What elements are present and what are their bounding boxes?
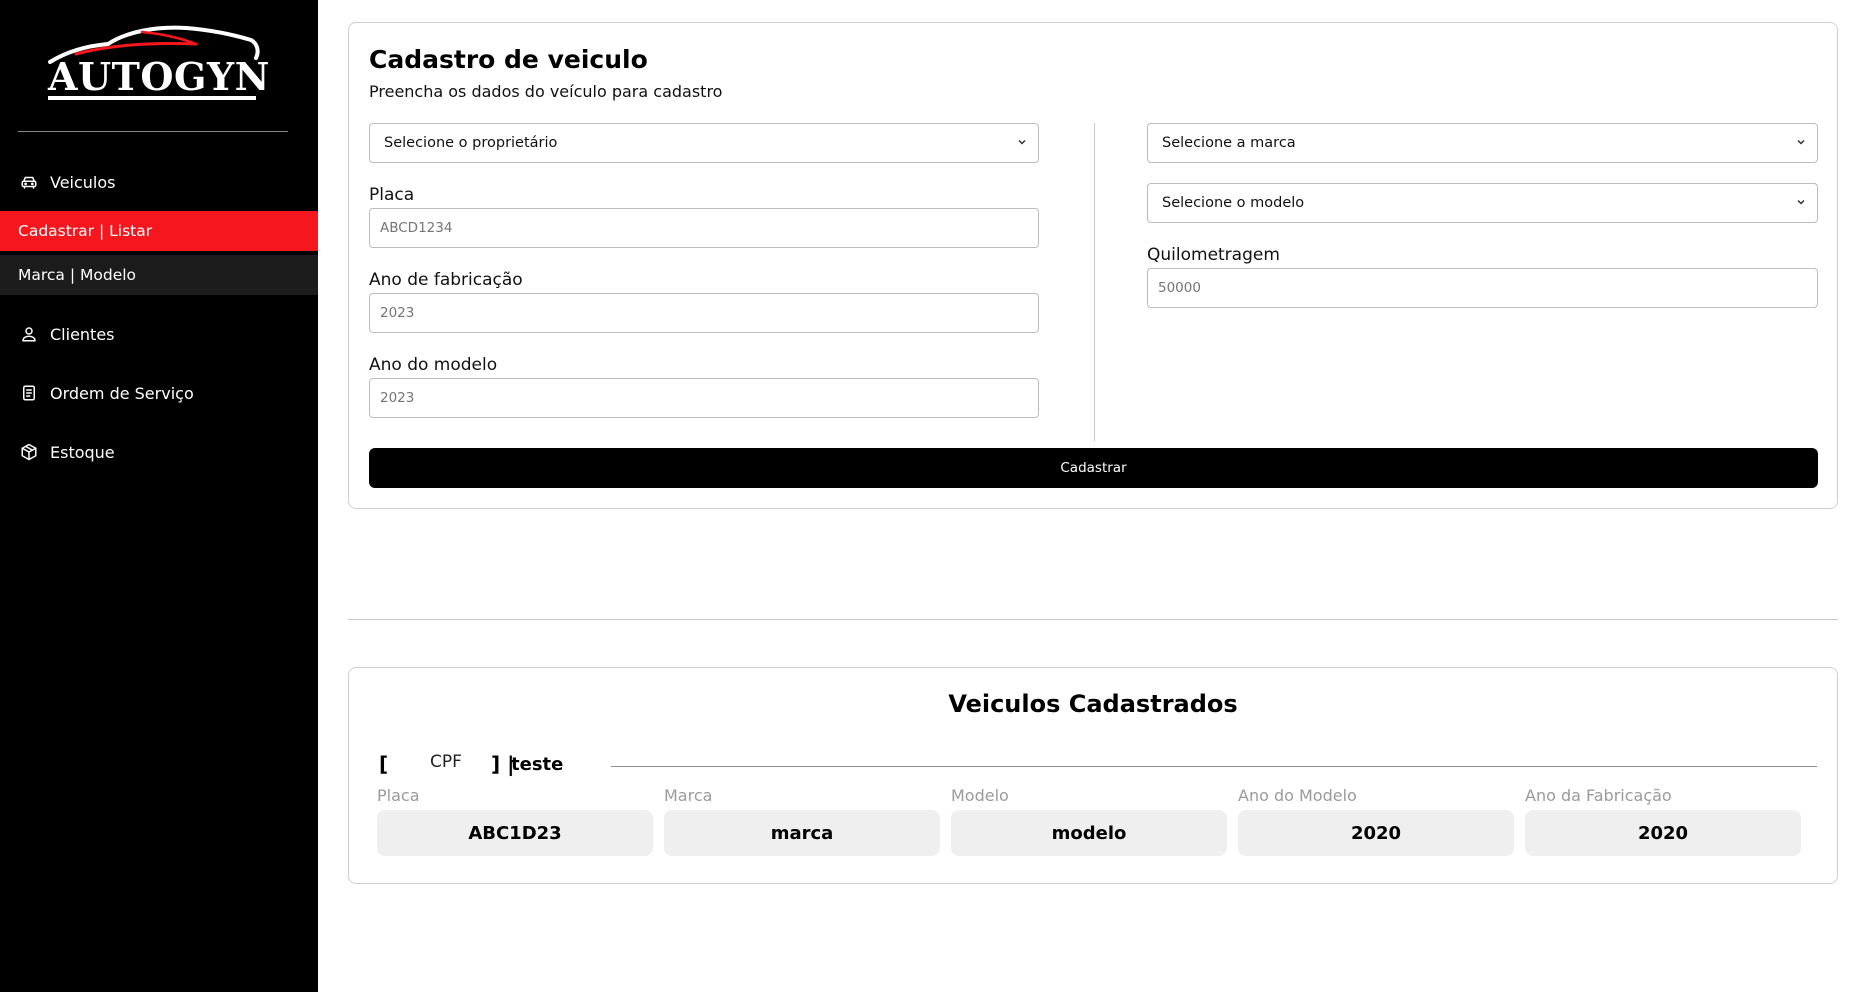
vehicle-field-modelo: Modelo modelo [951,786,1227,856]
chevron-down-icon [1797,139,1805,145]
owner-header: [ CPF ] | teste [379,752,1819,778]
list-title: Veiculos Cadastrados [948,690,1238,718]
model-select[interactable]: Selecione o modelo [1147,183,1818,223]
autogyn-logo[interactable]: AUTOGYN [46,24,269,100]
column-label: Modelo [951,786,1009,805]
document-icon [18,382,40,404]
user-icon [18,323,40,345]
ano-fabricacao-label: Ano de fabricação [369,270,523,290]
sidebar-subitem-marca-modelo[interactable]: Marca | Modelo [0,255,318,295]
sidebar-item-label: Clientes [50,324,115,344]
form-title: Cadastro de veiculo [369,45,648,74]
chevron-down-icon [1797,199,1805,205]
sidebar-item-label: Veiculos [50,172,116,192]
sidebar-item-veiculos[interactable]: Veiculos [0,162,318,202]
vehicle-form-card: Cadastro de veiculo Preencha os dados do… [348,22,1838,509]
car-icon [18,171,40,193]
column-label: Marca [664,786,713,805]
column-label: Ano da Fabricação [1525,786,1672,805]
vehicle-field-ano-modelo: Ano do Modelo 2020 [1238,786,1514,856]
logo-underline [48,96,256,100]
ano-modelo-label: Ano do modelo [369,355,498,375]
vehicles-list-card: Veiculos Cadastrados [ CPF ] | teste Pla… [348,667,1838,884]
vehicle-field-ano-fabricacao: Ano da Fabricação 2020 [1525,786,1801,856]
brand-select[interactable]: Selecione a marca [1147,123,1818,163]
sidebar-divider [18,131,288,132]
sidebar-item-clientes[interactable]: Clientes [0,314,318,354]
owner-open-bracket: [ [379,752,389,776]
brand-select-value: Selecione a marca [1162,135,1296,151]
section-divider [348,619,1838,620]
vehicle-marca-value: marca [664,810,940,856]
chevron-down-icon [1018,139,1026,145]
vehicle-field-placa: Placa ABC1D23 [377,786,653,856]
sidebar-item-ordem-servico[interactable]: Ordem de Serviço [0,373,318,413]
owner-divider [611,766,1817,767]
sidebar-item-label: Ordem de Serviço [50,383,194,403]
owner-select-value: Selecione o proprietário [384,135,558,151]
column-label: Ano do Modelo [1238,786,1357,805]
quilometragem-input[interactable] [1147,268,1818,308]
box-icon [18,441,40,463]
vehicle-ano-modelo-value: 2020 [1238,810,1514,856]
vehicle-placa-value: ABC1D23 [377,810,653,856]
owner-name: teste [511,754,564,775]
logo-text: AUTOGYN [48,54,270,99]
vehicle-field-marca: Marca marca [664,786,940,856]
cadastrar-button[interactable]: Cadastrar [369,448,1818,488]
form-subtitle: Preencha os dados do veículo para cadast… [369,82,723,101]
placa-input[interactable] [369,208,1039,248]
sidebar-item-label: Estoque [50,442,115,462]
sidebar-item-estoque[interactable]: Estoque [0,432,318,472]
column-label: Placa [377,786,420,805]
ano-fabricacao-input[interactable] [369,293,1039,333]
owner-select[interactable]: Selecione o proprietário [369,123,1039,163]
vehicle-ano-fabricacao-value: 2020 [1525,810,1801,856]
placa-label: Placa [369,185,415,205]
sidebar-subitem-cadastrar-listar[interactable]: Cadastrar | Listar [0,211,318,251]
model-select-value: Selecione o modelo [1162,195,1305,211]
sidebar: AUTOGYN Veiculos Cadastrar | Listar Marc… [0,0,318,992]
vehicle-modelo-value: modelo [951,810,1227,856]
form-column-divider [1094,123,1095,441]
ano-modelo-input[interactable] [369,378,1039,418]
quilometragem-label: Quilometragem [1147,245,1280,265]
owner-cpf: CPF [430,752,462,772]
